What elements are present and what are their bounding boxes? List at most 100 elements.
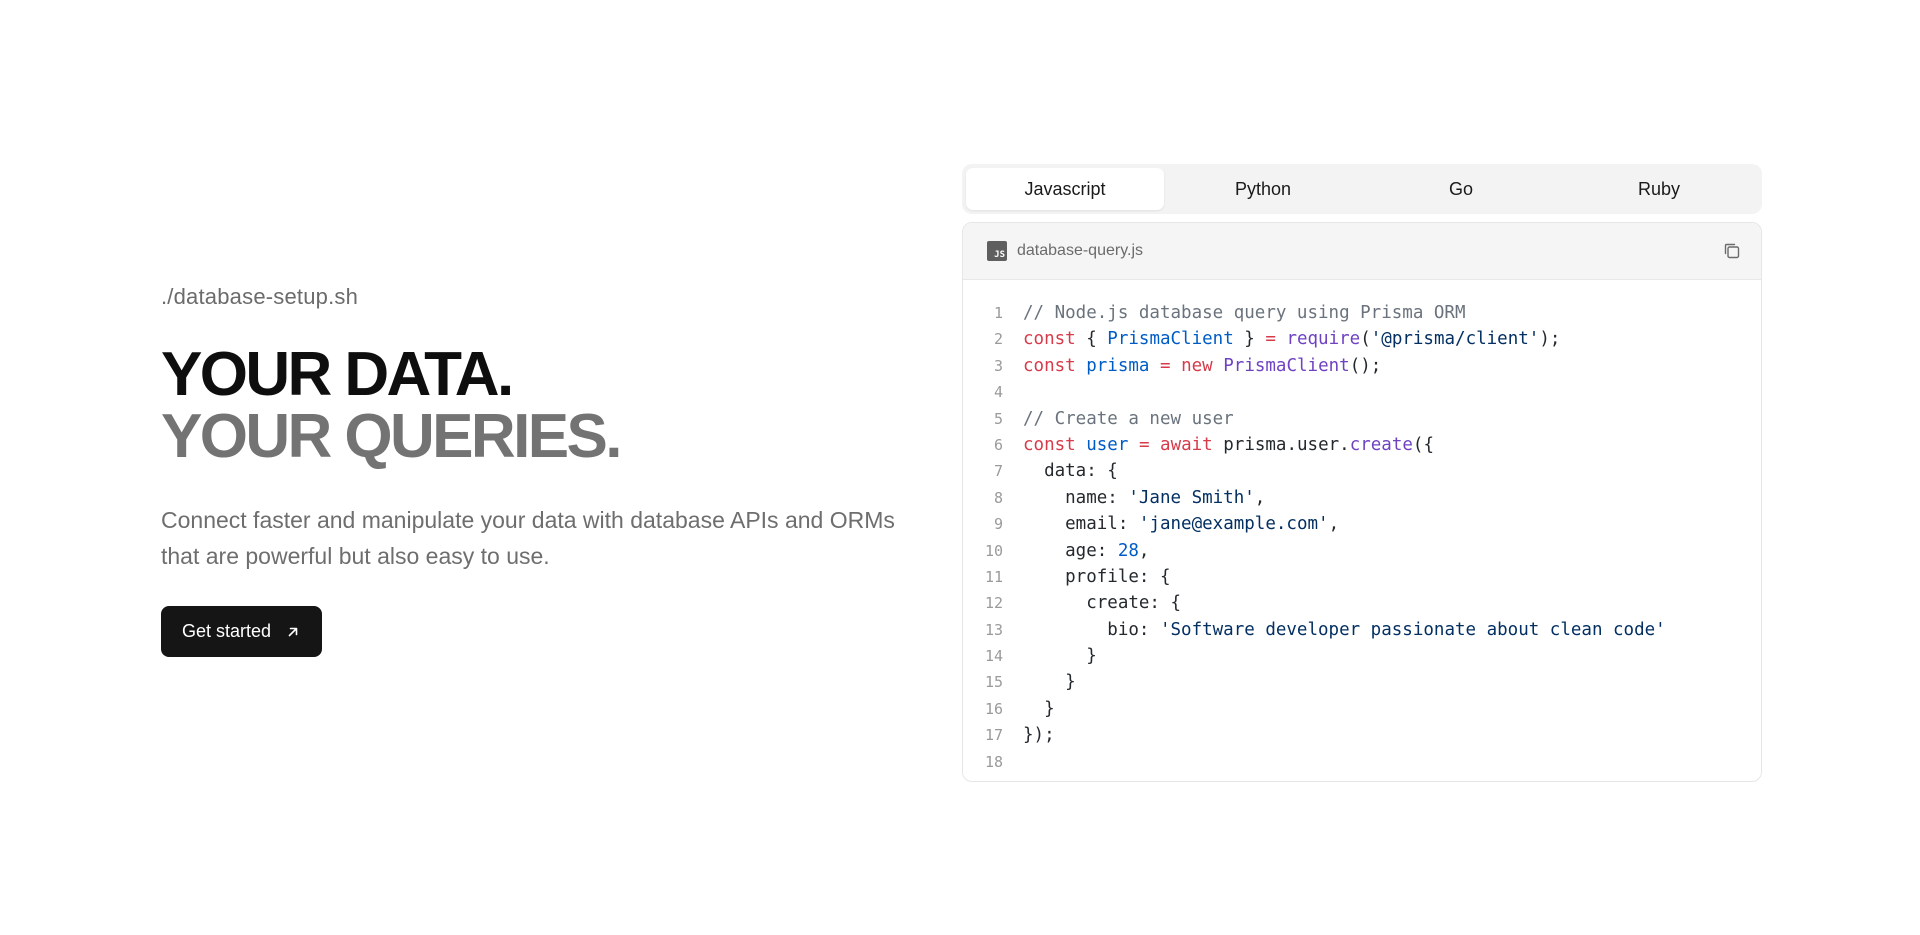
code-body: 1 // Node.js database query using Prisma … <box>963 280 1761 781</box>
line-number: 9 <box>993 515 1003 534</box>
line-number: 11 <box>984 567 1003 586</box>
tab-ruby[interactable]: Ruby <box>1560 168 1758 210</box>
tab-go[interactable]: Go <box>1362 168 1560 210</box>
code-text: profile: { <box>1023 564 1171 590</box>
language-tabs: Javascript Python Go Ruby <box>962 164 1762 214</box>
line-number: 17 <box>984 726 1003 745</box>
code-line: 2 const { PrismaClient } = require('@pris… <box>963 326 1761 352</box>
arrow-up-right-icon <box>288 627 298 636</box>
code-line: 9 email: 'jane@example.com', <box>963 511 1761 537</box>
get-started-button[interactable]: Get started <box>161 606 323 657</box>
code-token: profile: { <box>1023 566 1171 587</box>
line-number: 2 <box>993 330 1003 349</box>
line-number: 14 <box>984 647 1003 666</box>
code-token: // Node.js database query using Prisma O… <box>1023 303 1466 323</box>
code-text: const user = await prisma.user.create({ <box>1023 432 1434 458</box>
code-line: 4 <box>963 379 1761 405</box>
code-line: 13 bio: 'Software developer passionate a… <box>963 617 1761 643</box>
code-token: = <box>1265 329 1276 350</box>
code-text: bio: 'Software developer passionate abou… <box>1023 617 1666 643</box>
code-token: user <box>1086 434 1129 455</box>
js-file-icon: JS <box>987 241 1007 261</box>
code-text: data: { <box>1023 458 1118 484</box>
code-token: // Create a new user <box>1023 408 1234 429</box>
code-file-name: database-query.js <box>1017 242 1143 259</box>
code-text: const { PrismaClient } = require('@prism… <box>1023 326 1560 352</box>
code-line: 3 const prisma = new PrismaClient(); <box>963 353 1761 379</box>
code-line: 17}); <box>963 722 1761 748</box>
code-token: age: <box>1023 540 1118 561</box>
code-line: 5 // Create a new user <box>963 406 1761 432</box>
code-line: 11 profile: { <box>963 564 1761 590</box>
get-started-label: Get started <box>182 621 272 641</box>
code-text: }); <box>1023 722 1055 748</box>
code-token: PrismaClient <box>1107 329 1234 350</box>
code-line: 10 age: 28, <box>963 538 1761 564</box>
code-line: 12 create: { <box>963 590 1761 616</box>
code-token: } <box>1023 698 1055 719</box>
code-text: // Node.js database query using Prisma O… <box>1023 300 1466 326</box>
line-number: 1 <box>993 304 1003 322</box>
code-token: prisma.user. <box>1212 434 1350 455</box>
code-token: { <box>1075 329 1108 350</box>
code-token: , <box>1254 487 1266 508</box>
code-line: 15 } <box>963 669 1761 695</box>
tab-python[interactable]: Python <box>1164 168 1362 210</box>
code-token: } <box>1023 672 1076 693</box>
code-token: 28 <box>1117 540 1139 561</box>
code-token: = <box>1138 434 1150 455</box>
code-line: 1 // Node.js database query using Prisma … <box>963 300 1761 326</box>
code-line: 8 name: 'Jane Smith', <box>963 485 1761 511</box>
copy-icon[interactable] <box>1721 240 1743 262</box>
code-token: 'Jane Smith' <box>1128 487 1255 508</box>
line-number: 12 <box>984 594 1003 613</box>
line-number: 18 <box>984 752 1003 771</box>
code-token: await <box>1160 434 1213 455</box>
code-text: } <box>1023 643 1097 669</box>
code-text: email: 'jane@example.com', <box>1023 511 1339 537</box>
code-token: new <box>1181 355 1213 376</box>
code-line: 16 } <box>963 696 1761 722</box>
line-number: 7 <box>993 462 1003 481</box>
line-number: 6 <box>993 435 1003 454</box>
line-number: 16 <box>984 699 1003 718</box>
code-editor: JS database-query.js 1 // Node.js databas… <box>962 222 1762 783</box>
code-token: , <box>1138 540 1150 561</box>
code-token: }); <box>1023 725 1055 746</box>
code-text: age: 28, <box>1023 538 1149 564</box>
hero-section: ./database-setup.sh YOUR DATA. YOUR QUER… <box>161 284 901 657</box>
code-token: } <box>1233 329 1266 350</box>
line-number: 10 <box>984 541 1003 560</box>
hero-subtitle: Connect faster and manipulate your data … <box>161 507 895 569</box>
code-token: data: { <box>1023 461 1118 482</box>
code-token: name: <box>1023 487 1129 508</box>
code-token: } <box>1023 646 1097 667</box>
tab-javascript[interactable]: Javascript <box>966 168 1164 210</box>
code-token: const <box>1023 355 1076 376</box>
code-token: ( <box>1360 329 1371 350</box>
code-line: 6 const user = await prisma.user.create({ <box>963 432 1761 458</box>
line-number: 15 <box>984 673 1003 692</box>
code-text: const prisma = new PrismaClient(); <box>1023 353 1381 379</box>
headline: YOUR DATA. YOUR QUERIES. <box>161 344 901 468</box>
code-token: 'Software developer passionate about cle… <box>1159 619 1666 640</box>
code-line: 14 } <box>963 643 1761 669</box>
code-token: ({ <box>1412 434 1434 455</box>
line-number: 13 <box>984 620 1003 639</box>
script-filename: ./database-setup.sh <box>161 284 359 309</box>
code-text: name: 'Jane Smith', <box>1023 485 1265 511</box>
code-example-panel: Javascript Python Go Ruby JS database-qu… <box>962 164 1762 783</box>
code-line: 18 <box>963 749 1761 775</box>
editor-header: JS database-query.js <box>963 223 1761 280</box>
code-token: (); <box>1349 355 1382 376</box>
code-line: 7 data: { <box>963 458 1761 484</box>
headline-line-2: YOUR QUERIES. <box>161 402 622 471</box>
code-text: create: { <box>1023 590 1181 616</box>
line-number: 8 <box>993 488 1003 507</box>
code-token: prisma <box>1086 355 1150 376</box>
